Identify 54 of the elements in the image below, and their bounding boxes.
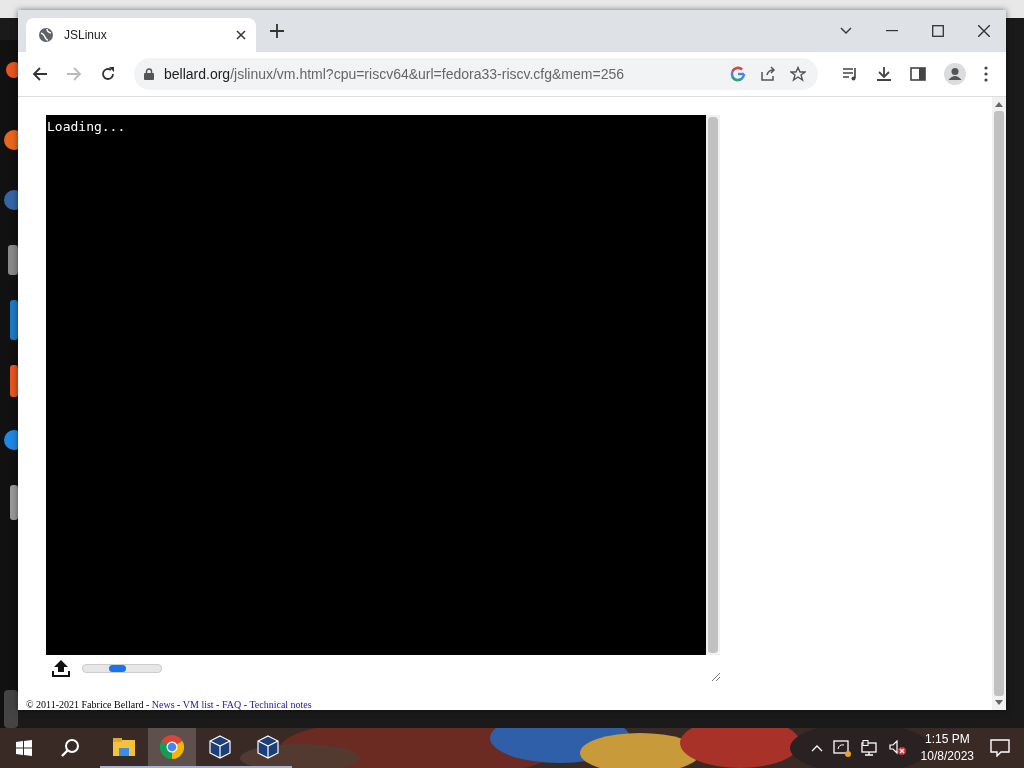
windows-start-icon[interactable] (16, 740, 32, 756)
minimize-icon[interactable] (886, 30, 898, 32)
address-bar[interactable]: bellard.org/jslinux/vm.html?cpu=riscv64&url=fedora33-riscv.cfg&mem=256 (134, 58, 818, 90)
media-list-icon[interactable] (842, 66, 858, 82)
browser-tab[interactable]: JSLinux (26, 18, 256, 52)
upload-icon[interactable] (52, 659, 70, 677)
sync-icon[interactable] (832, 739, 851, 757)
footer-link[interactable]: Technical notes (249, 699, 312, 710)
reload-icon[interactable] (100, 66, 116, 82)
separator-text: - (215, 699, 221, 710)
back-icon[interactable] (32, 66, 48, 82)
terminal-text: Loading... (47, 119, 126, 134)
download-icon[interactable] (876, 66, 892, 82)
maximize-icon[interactable] (932, 25, 944, 37)
chevron-up-icon[interactable] (810, 744, 823, 752)
terminal-screen[interactable]: Loading... (46, 115, 706, 655)
chevron-down-icon[interactable] (840, 27, 852, 35)
copyright-text: © 2011-2021 Fabrice Bellard (26, 699, 144, 710)
plus-icon[interactable] (270, 24, 284, 38)
separator-text: - (242, 699, 249, 710)
footer-link[interactable]: FAQ (221, 699, 242, 710)
profile-icon[interactable] (944, 63, 966, 85)
scrollbar[interactable] (706, 115, 720, 655)
date-text: 10/8/2023 (920, 748, 974, 765)
lock-icon (144, 68, 154, 80)
footer-link[interactable]: VM list (182, 699, 214, 710)
cube-icon (256, 735, 280, 759)
footer-link[interactable]: News (151, 699, 175, 710)
taskbar-app[interactable] (148, 728, 196, 768)
notification-icon[interactable] (990, 739, 1010, 757)
scroll-down-icon[interactable] (995, 700, 1003, 706)
resize-handle-icon[interactable] (712, 673, 720, 681)
clock[interactable]: 1:15 PM 10/8/2023 (920, 731, 974, 765)
globe-icon (38, 27, 54, 43)
time-text: 1:15 PM (924, 731, 970, 748)
separator-text: - (176, 699, 182, 710)
tab-title: JSLinux (64, 28, 108, 42)
close-icon[interactable] (978, 25, 990, 37)
scrollbar[interactable] (992, 97, 1006, 710)
side-panel-icon[interactable] (910, 66, 926, 82)
g-logo-icon[interactable] (730, 66, 746, 82)
share-icon[interactable] (760, 66, 776, 82)
star-icon[interactable] (790, 66, 806, 82)
close-icon[interactable] (236, 30, 246, 40)
chrome-icon (160, 735, 184, 759)
separator-text: - (145, 699, 151, 710)
network-icon[interactable] (860, 740, 879, 756)
search-icon[interactable] (60, 738, 80, 758)
more-menu-icon[interactable] (984, 66, 988, 82)
url-text: bellard.org/jslinux/vm.html?cpu=riscv64&url=fedora33-riscv.cfg&mem=256 (164, 66, 624, 82)
cube-icon (208, 735, 232, 759)
speaker-muted-icon[interactable] (888, 740, 907, 756)
folder-icon (113, 738, 135, 756)
scroll-up-icon[interactable] (995, 101, 1003, 107)
